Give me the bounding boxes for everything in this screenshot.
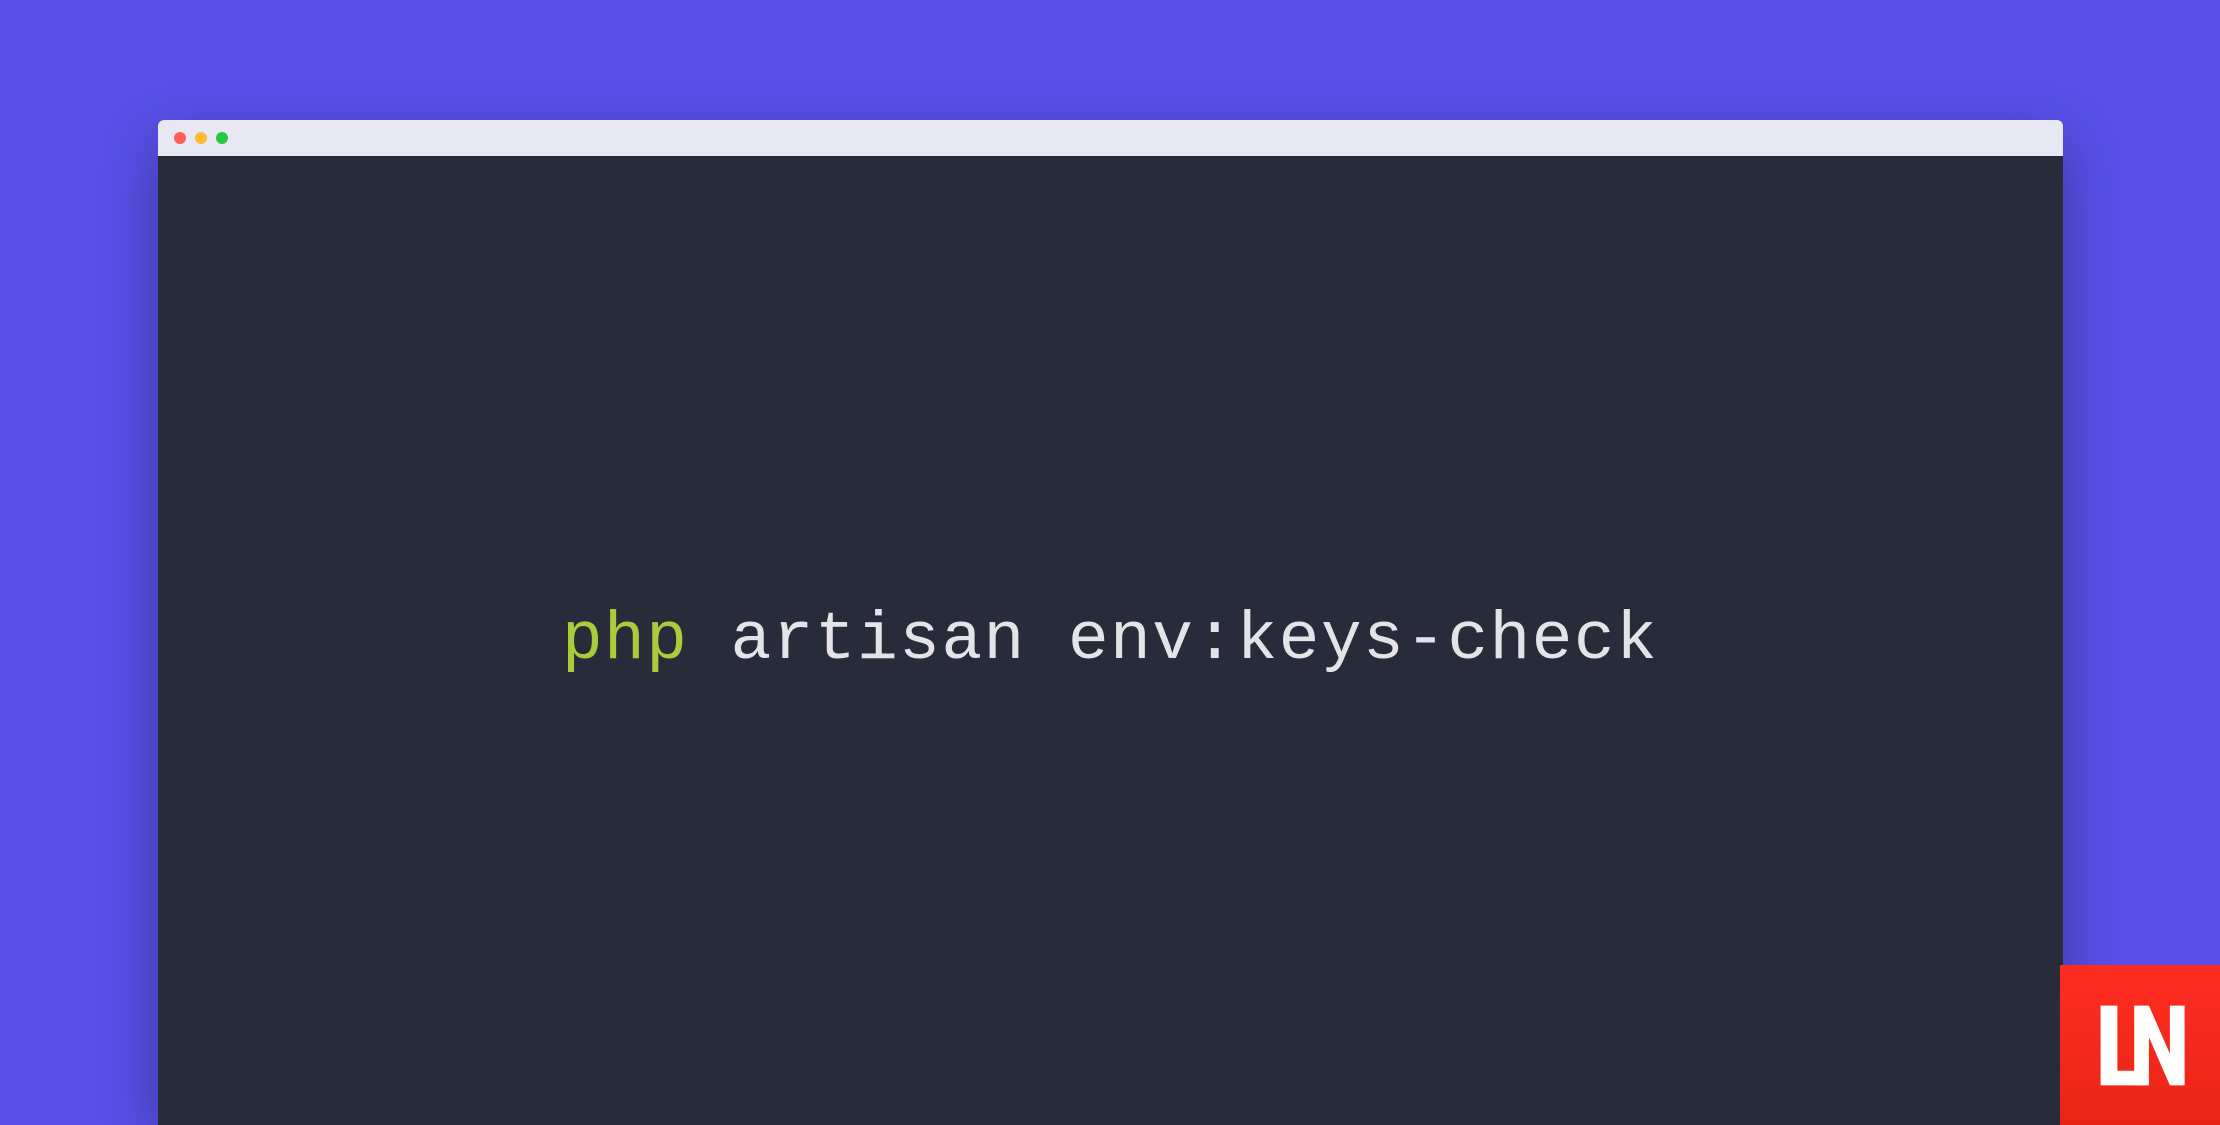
window-titlebar — [158, 120, 2063, 156]
command-keyword: php — [562, 602, 689, 679]
command-line: php artisan env:keys-check — [562, 602, 1658, 679]
laravel-news-logo — [2060, 965, 2220, 1125]
maximize-icon[interactable] — [216, 132, 228, 144]
close-icon[interactable] — [174, 132, 186, 144]
terminal-window: php artisan env:keys-check — [158, 120, 2063, 1125]
command-args: artisan env:keys-check — [688, 602, 1658, 679]
minimize-icon[interactable] — [195, 132, 207, 144]
terminal-body[interactable]: php artisan env:keys-check — [158, 156, 2063, 1125]
ln-logo-icon — [2088, 993, 2193, 1098]
